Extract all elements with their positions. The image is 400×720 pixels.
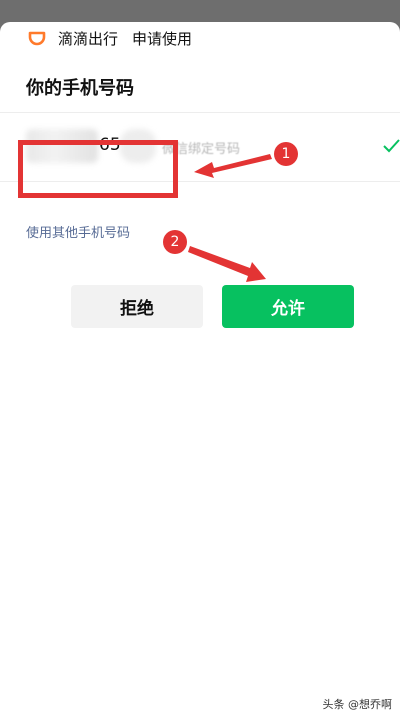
annotation-badge-2: 2 bbox=[163, 230, 187, 254]
annotation-highlight-box bbox=[18, 140, 178, 198]
allow-button[interactable]: 允许 bbox=[222, 285, 354, 328]
use-other-number-link[interactable]: 使用其他手机号码 bbox=[26, 222, 130, 241]
page-title: 你的手机号码 bbox=[26, 78, 134, 99]
check-icon bbox=[383, 139, 400, 153]
request-label: 申请使用 bbox=[132, 29, 193, 48]
app-name: 滴滴出行 bbox=[58, 29, 119, 48]
annotation-badge-1: 1 bbox=[274, 142, 298, 166]
didi-logo-icon bbox=[28, 31, 46, 46]
auth-header: 滴滴出行 申请使用 bbox=[26, 26, 192, 50]
watermark: 头条 @想乔啊 bbox=[322, 696, 392, 712]
deny-button[interactable]: 拒绝 bbox=[71, 285, 203, 328]
